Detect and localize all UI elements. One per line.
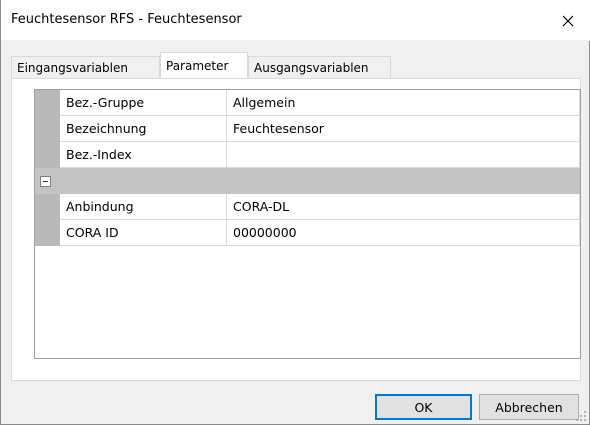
grid-row-bez-index[interactable]: Bez.-Index	[35, 142, 580, 168]
ok-button[interactable]: OK	[375, 394, 472, 420]
grid-row-bezeichnung[interactable]: Bezeichnung Feuchtesensor	[35, 116, 580, 142]
close-icon	[562, 15, 574, 26]
size-grip-icon[interactable]	[575, 410, 587, 422]
title-bar: Feuchtesensor RFS - Feuchtesensor	[1, 0, 590, 41]
property-grid[interactable]: Bez.-Gruppe Allgemein Bezeichnung Feucht…	[34, 89, 581, 359]
window-title: Feuchtesensor RFS - Feuchtesensor	[11, 12, 242, 27]
row-gutter	[35, 220, 60, 246]
property-value[interactable]: CORA-DL	[227, 194, 580, 220]
tab-parameter[interactable]: Parameter	[160, 52, 248, 78]
tab-label: Ausgangsvariablen	[254, 60, 369, 75]
collapse-minus-icon[interactable]	[40, 176, 51, 187]
property-value[interactable]: Feuchtesensor	[227, 116, 580, 142]
tab-eingangsvariablen[interactable]: Eingangsvariablen	[11, 56, 160, 78]
parameter-tab-panel: Bez.-Gruppe Allgemein Bezeichnung Feucht…	[11, 78, 581, 381]
property-name: CORA ID	[60, 220, 227, 246]
property-value[interactable]	[227, 142, 580, 168]
row-gutter	[35, 142, 60, 168]
dialog-window: Feuchtesensor RFS - Feuchtesensor Eingan…	[0, 0, 590, 425]
property-value[interactable]: Allgemein	[227, 90, 580, 116]
row-gutter	[35, 194, 60, 220]
grid-group-header	[35, 168, 580, 194]
property-name: Bez.-Index	[60, 142, 227, 168]
tab-ausgangsvariablen[interactable]: Ausgangsvariablen	[248, 56, 391, 78]
row-gutter	[35, 116, 60, 142]
grid-row-bez-gruppe[interactable]: Bez.-Gruppe Allgemein	[35, 90, 580, 116]
cancel-button[interactable]: Abbrechen	[479, 394, 579, 420]
property-value[interactable]: 00000000	[227, 220, 580, 246]
row-gutter	[35, 90, 60, 116]
tab-label: Parameter	[166, 58, 229, 73]
property-name: Anbindung	[60, 194, 227, 220]
close-button[interactable]	[545, 0, 590, 41]
property-name: Bezeichnung	[60, 116, 227, 142]
grid-row-cora-id[interactable]: CORA ID 00000000	[35, 220, 580, 246]
grid-row-anbindung[interactable]: Anbindung CORA-DL	[35, 194, 580, 220]
property-name: Bez.-Gruppe	[60, 90, 227, 116]
tab-label: Eingangsvariablen	[17, 60, 128, 75]
